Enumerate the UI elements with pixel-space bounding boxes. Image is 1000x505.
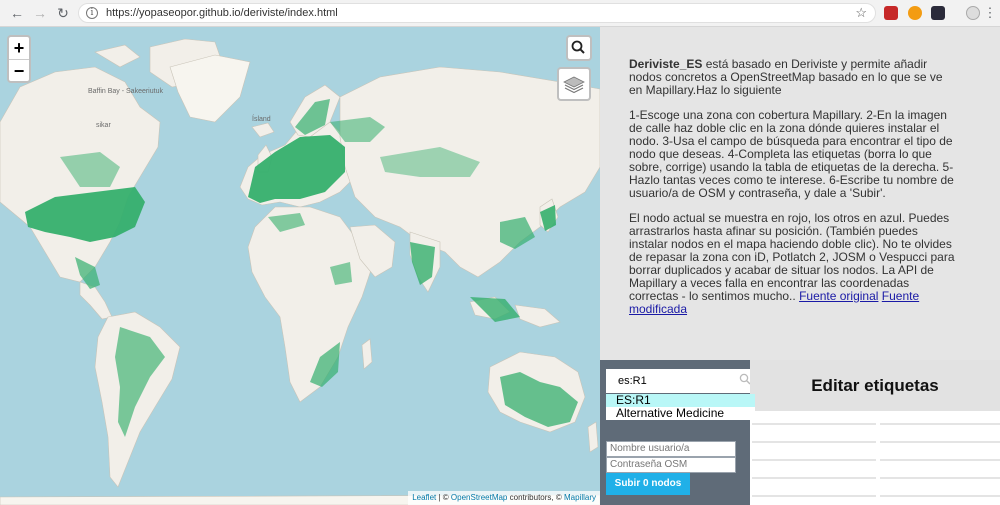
upload-form: es:R1 Nombre usuario/a Contraseña OSM Su… — [600, 360, 755, 505]
attribution-contributors: contributors, © — [507, 493, 564, 502]
source-original-link[interactable]: Fuente original — [799, 289, 878, 303]
password-field[interactable]: Contraseña OSM — [606, 457, 736, 473]
search-icon — [571, 40, 585, 54]
iceland-label: Ísland — [252, 114, 271, 123]
tag-value-cell[interactable] — [880, 465, 1000, 479]
tag-value-cell[interactable] — [880, 483, 1000, 497]
tag-table — [750, 411, 1000, 505]
map-attribution: Leaflet | © OpenStreetMap contributors, … — [408, 491, 600, 505]
browser-toolbar: ← → ↻ i https://yopaseopor.github.io/der… — [0, 0, 1000, 27]
mapillary-link[interactable]: Mapillary — [564, 493, 596, 502]
tag-key-cell[interactable] — [752, 483, 876, 497]
osm-link[interactable]: OpenStreetMap — [451, 493, 507, 502]
leaflet-link[interactable]: Leaflet — [412, 493, 436, 502]
address-bar[interactable]: i https://yopaseopor.github.io/deriviste… — [78, 3, 876, 23]
submit-button[interactable]: Subir 0 nodos — [606, 473, 690, 495]
layers-button[interactable] — [557, 67, 591, 101]
zoom-control: + − — [7, 35, 31, 83]
tag-search-value[interactable]: es:R1 — [618, 375, 647, 387]
layers-icon — [563, 76, 585, 94]
tag-value-cell[interactable] — [880, 411, 1000, 425]
extension-square-icon[interactable] — [931, 6, 945, 20]
suggestion-list: ES:R1 Alternative Medicine — [606, 394, 755, 420]
attribution-separator: | © — [436, 493, 451, 502]
extension-shield-icon[interactable] — [884, 6, 898, 20]
world-map[interactable]: Baffin Bay - Sakeeriutuk sikar Ísland — [0, 27, 600, 505]
intro-paragraph: Deriviste_ES está basado en Deriviste y … — [629, 58, 955, 97]
reload-icon[interactable]: ↻ — [54, 4, 72, 22]
sikar-label: sikar — [96, 122, 111, 129]
address-url[interactable]: https://yopaseopor.github.io/deriviste/i… — [106, 7, 338, 19]
brand-name: Deriviste_ES — [629, 57, 703, 71]
map-search-button[interactable] — [566, 35, 592, 61]
map-view[interactable]: Baffin Bay - Sakeeriutuk sikar Ísland + … — [0, 27, 600, 505]
tag-key-cell[interactable] — [752, 447, 876, 461]
info-icon[interactable]: i — [86, 7, 98, 19]
username-field[interactable]: Nombre usuario/a — [606, 441, 736, 457]
tag-editor-title: Editar etiquetas — [750, 360, 1000, 411]
tag-editor: Editar etiquetas — [750, 360, 1000, 505]
tag-key-cell[interactable] — [752, 429, 876, 443]
star-icon[interactable]: ☆ — [855, 5, 867, 21]
info-panel: Deriviste_ES está basado en Deriviste y … — [600, 27, 1000, 360]
extension-circle-icon[interactable] — [908, 6, 922, 20]
tag-key-cell[interactable] — [752, 411, 876, 425]
tag-value-cell[interactable] — [880, 447, 1000, 461]
notes-paragraph: El nodo actual se muestra en rojo, los o… — [629, 212, 955, 316]
zoom-in-button[interactable]: + — [9, 37, 29, 59]
back-icon[interactable]: ← — [8, 4, 26, 22]
baffin-label: Baffin Bay - Sakeeriutuk — [88, 88, 163, 95]
tag-value-cell[interactable] — [880, 429, 1000, 443]
profile-avatar[interactable] — [966, 6, 980, 20]
zoom-out-button[interactable]: − — [9, 59, 29, 81]
forward-icon[interactable]: → — [31, 4, 49, 22]
tag-key-cell[interactable] — [752, 465, 876, 479]
menu-dots-icon[interactable]: ⋮ — [981, 4, 999, 22]
tag-search-input[interactable]: es:R1 — [606, 369, 755, 393]
info-text: Deriviste_ES está basado en Deriviste y … — [629, 58, 955, 328]
suggestion-item[interactable]: Alternative Medicine — [606, 407, 755, 420]
steps-paragraph: 1-Escoge una zona con cobertura Mapillar… — [629, 108, 954, 200]
